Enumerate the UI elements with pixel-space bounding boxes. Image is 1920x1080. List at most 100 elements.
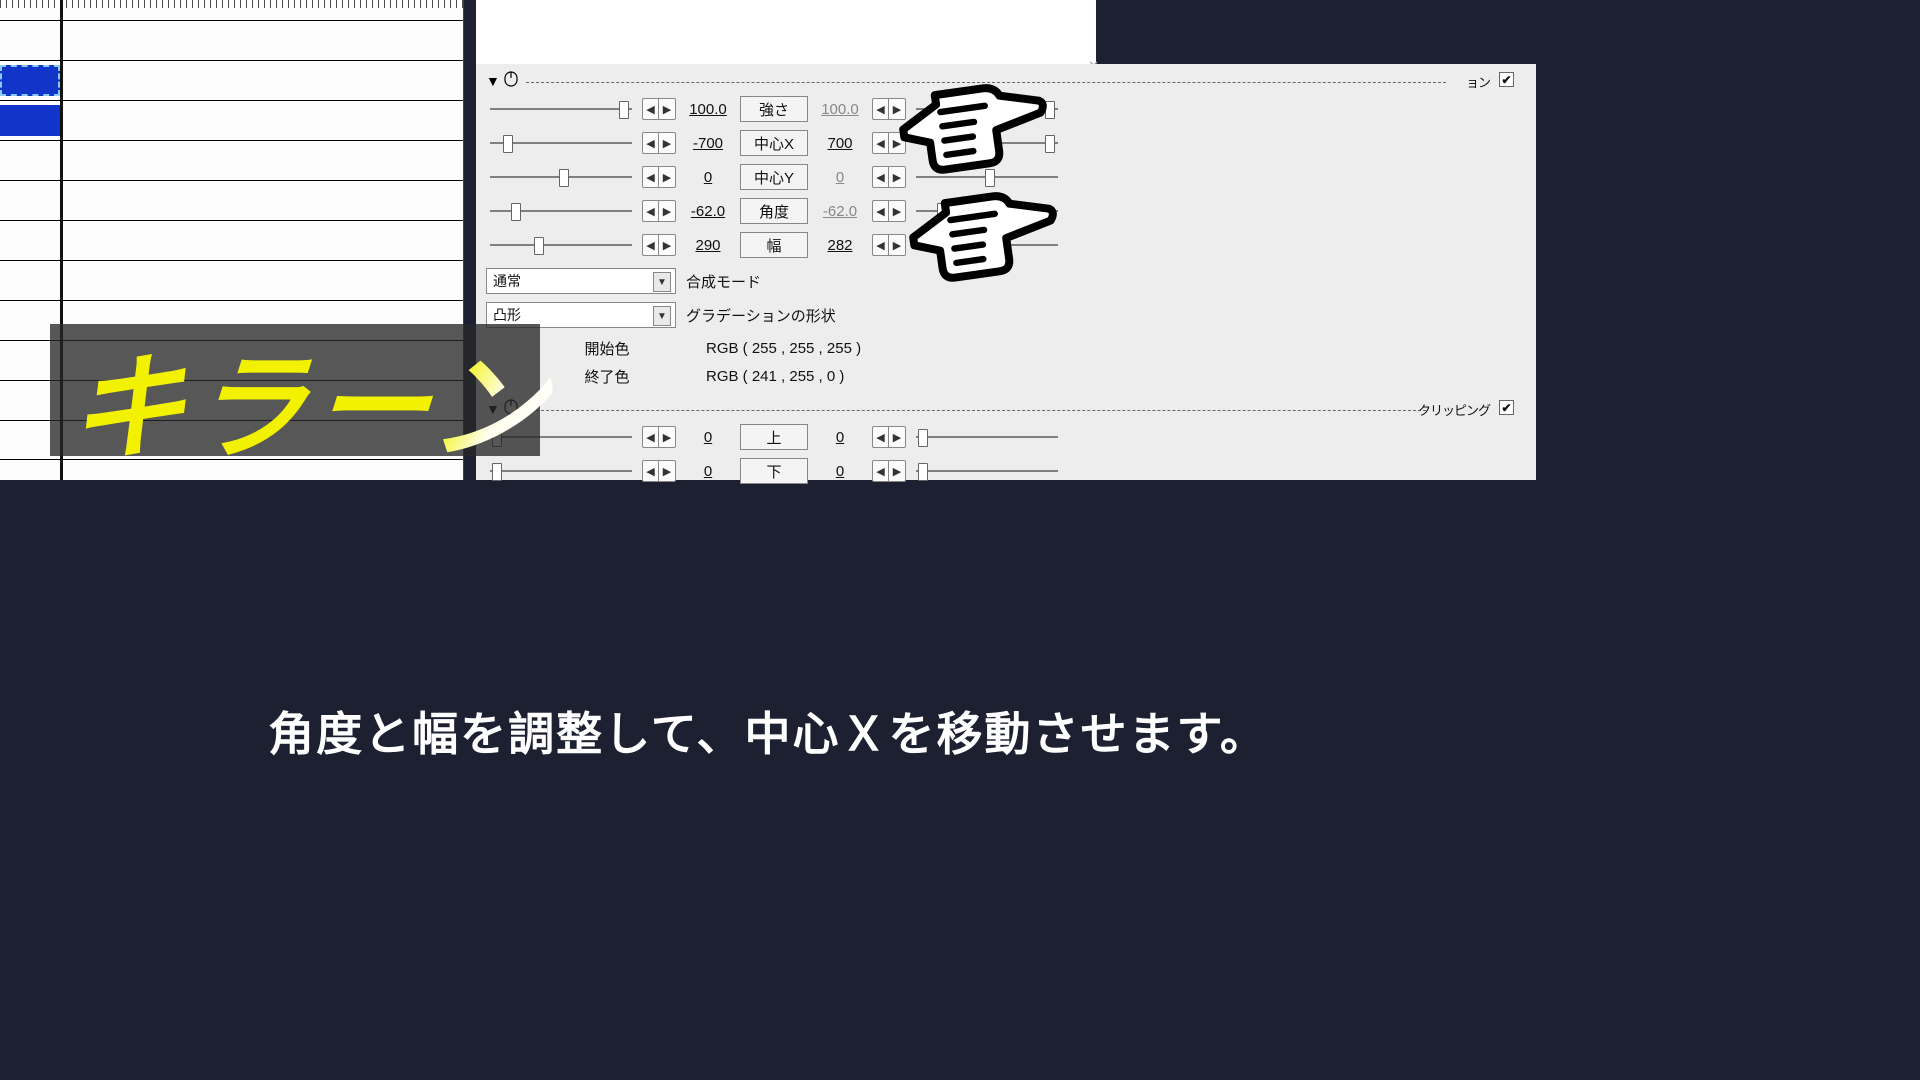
slider-right[interactable]: [912, 99, 1062, 119]
section-label: ョン: [1466, 72, 1490, 91]
arrow-right-icon[interactable]: ▶: [659, 99, 675, 119]
mouse-icon: [504, 71, 518, 92]
value-left[interactable]: -700: [682, 135, 734, 152]
slider-right[interactable]: [912, 133, 1062, 153]
clipping-checkbox[interactable]: ✔: [1499, 400, 1514, 415]
arrow-right-icon[interactable]: ▶: [889, 427, 905, 447]
timeline-row[interactable]: [0, 220, 463, 260]
collapse-toggle-icon[interactable]: ▼: [486, 73, 500, 89]
arrow-left-icon[interactable]: ◀: [643, 201, 659, 221]
param-label-button[interactable]: 中心Y: [740, 164, 808, 190]
stepper-right[interactable]: ◀▶: [872, 132, 906, 154]
clip-selected[interactable]: [0, 65, 60, 96]
stepper-left[interactable]: ◀▶: [642, 460, 676, 482]
stepper-right[interactable]: ◀▶: [872, 460, 906, 482]
stepper-right[interactable]: ◀▶: [872, 426, 906, 448]
arrow-left-icon[interactable]: ◀: [643, 235, 659, 255]
clip[interactable]: [0, 105, 60, 136]
arrow-left-icon[interactable]: ◀: [643, 461, 659, 481]
value-left[interactable]: -62.0: [682, 203, 734, 220]
value-right[interactable]: 100.0: [814, 101, 866, 118]
arrow-left-icon[interactable]: ◀: [643, 167, 659, 187]
value-right[interactable]: 0: [814, 429, 866, 446]
slider-left[interactable]: [486, 167, 636, 187]
arrow-left-icon[interactable]: ◀: [873, 427, 889, 447]
slider-right[interactable]: [912, 427, 1062, 447]
section-checkbox[interactable]: ✔: [1499, 72, 1514, 87]
arrow-left-icon[interactable]: ◀: [873, 99, 889, 119]
arrow-left-icon[interactable]: ◀: [643, 133, 659, 153]
blend-mode-select[interactable]: 通常: [486, 268, 676, 294]
stepper-right[interactable]: ◀▶: [872, 98, 906, 120]
arrow-left-icon[interactable]: ◀: [873, 167, 889, 187]
stepper-left[interactable]: ◀▶: [642, 234, 676, 256]
arrow-left-icon[interactable]: ◀: [873, 461, 889, 481]
slider-right[interactable]: [912, 167, 1062, 187]
slider-left[interactable]: [486, 201, 636, 221]
arrow-left-icon[interactable]: ◀: [643, 99, 659, 119]
stepper-left[interactable]: ◀▶: [642, 166, 676, 188]
arrow-right-icon[interactable]: ▶: [889, 99, 905, 119]
slider-right[interactable]: [912, 461, 1062, 481]
scroll-down-icon[interactable]: ⌄: [1086, 50, 1100, 64]
slider-left[interactable]: [486, 235, 636, 255]
slider-left[interactable]: [486, 133, 636, 153]
param-label-button[interactable]: 上: [740, 424, 808, 450]
timeline-row[interactable]: [0, 60, 463, 100]
arrow-right-icon[interactable]: ▶: [889, 461, 905, 481]
arrow-right-icon[interactable]: ▶: [889, 235, 905, 255]
stepper-right[interactable]: ◀▶: [872, 166, 906, 188]
arrow-right-icon[interactable]: ▶: [659, 427, 675, 447]
value-right[interactable]: 700: [814, 135, 866, 152]
timeline-row[interactable]: [0, 180, 463, 220]
value-left[interactable]: 0: [682, 429, 734, 446]
arrow-left-icon[interactable]: ◀: [873, 235, 889, 255]
arrow-left-icon[interactable]: ◀: [873, 133, 889, 153]
slider-right[interactable]: [912, 201, 1062, 221]
start-color-value: RGB ( 255 , 255 , 255 ): [706, 340, 861, 357]
arrow-right-icon[interactable]: ▶: [659, 167, 675, 187]
param-row-grad4: ◀▶290幅282◀▶: [486, 228, 1526, 262]
param-label-button[interactable]: 中心X: [740, 130, 808, 156]
param-row-grad3: ◀▶-62.0角度-62.0◀▶: [486, 194, 1526, 228]
param-row-grad0: ◀▶100.0強さ100.0◀▶: [486, 92, 1526, 126]
slider-right[interactable]: [912, 235, 1062, 255]
arrow-right-icon[interactable]: ▶: [659, 461, 675, 481]
slider-left[interactable]: [486, 99, 636, 119]
value-right[interactable]: 0: [814, 463, 866, 480]
value-left[interactable]: 290: [682, 237, 734, 254]
stepper-left[interactable]: ◀▶: [642, 426, 676, 448]
param-label-button[interactable]: 角度: [740, 198, 808, 224]
value-right[interactable]: -62.0: [814, 203, 866, 220]
param-label-button[interactable]: 幅: [740, 232, 808, 258]
param-row-grad2: ◀▶0中心Y0◀▶: [486, 160, 1526, 194]
value-right[interactable]: 0: [814, 169, 866, 186]
stepper-left[interactable]: ◀▶: [642, 132, 676, 154]
blend-mode-value: 通常: [493, 271, 521, 291]
start-color-label: 開始色: [542, 338, 672, 359]
arrow-left-icon[interactable]: ◀: [643, 427, 659, 447]
timeline-row[interactable]: [0, 260, 463, 300]
timeline-row[interactable]: [0, 100, 463, 140]
timeline-row[interactable]: [0, 20, 463, 60]
stepper-left[interactable]: ◀▶: [642, 200, 676, 222]
value-left[interactable]: 100.0: [682, 101, 734, 118]
stepper-right[interactable]: ◀▶: [872, 200, 906, 222]
arrow-left-icon[interactable]: ◀: [873, 201, 889, 221]
arrow-right-icon[interactable]: ▶: [889, 201, 905, 221]
param-label-button[interactable]: 下: [740, 458, 808, 484]
caption-bar: 角度と幅を調整して、中心Ｘを移動させます。: [0, 646, 1536, 816]
value-left[interactable]: 0: [682, 463, 734, 480]
stepper-right[interactable]: ◀▶: [872, 234, 906, 256]
value-right[interactable]: 282: [814, 237, 866, 254]
arrow-right-icon[interactable]: ▶: [659, 133, 675, 153]
arrow-right-icon[interactable]: ▶: [659, 201, 675, 221]
arrow-right-icon[interactable]: ▶: [889, 133, 905, 153]
preview-pane: ⌄: [476, 0, 1096, 64]
stepper-left[interactable]: ◀▶: [642, 98, 676, 120]
arrow-right-icon[interactable]: ▶: [659, 235, 675, 255]
param-label-button[interactable]: 強さ: [740, 96, 808, 122]
timeline-row[interactable]: [0, 140, 463, 180]
value-left[interactable]: 0: [682, 169, 734, 186]
arrow-right-icon[interactable]: ▶: [889, 167, 905, 187]
